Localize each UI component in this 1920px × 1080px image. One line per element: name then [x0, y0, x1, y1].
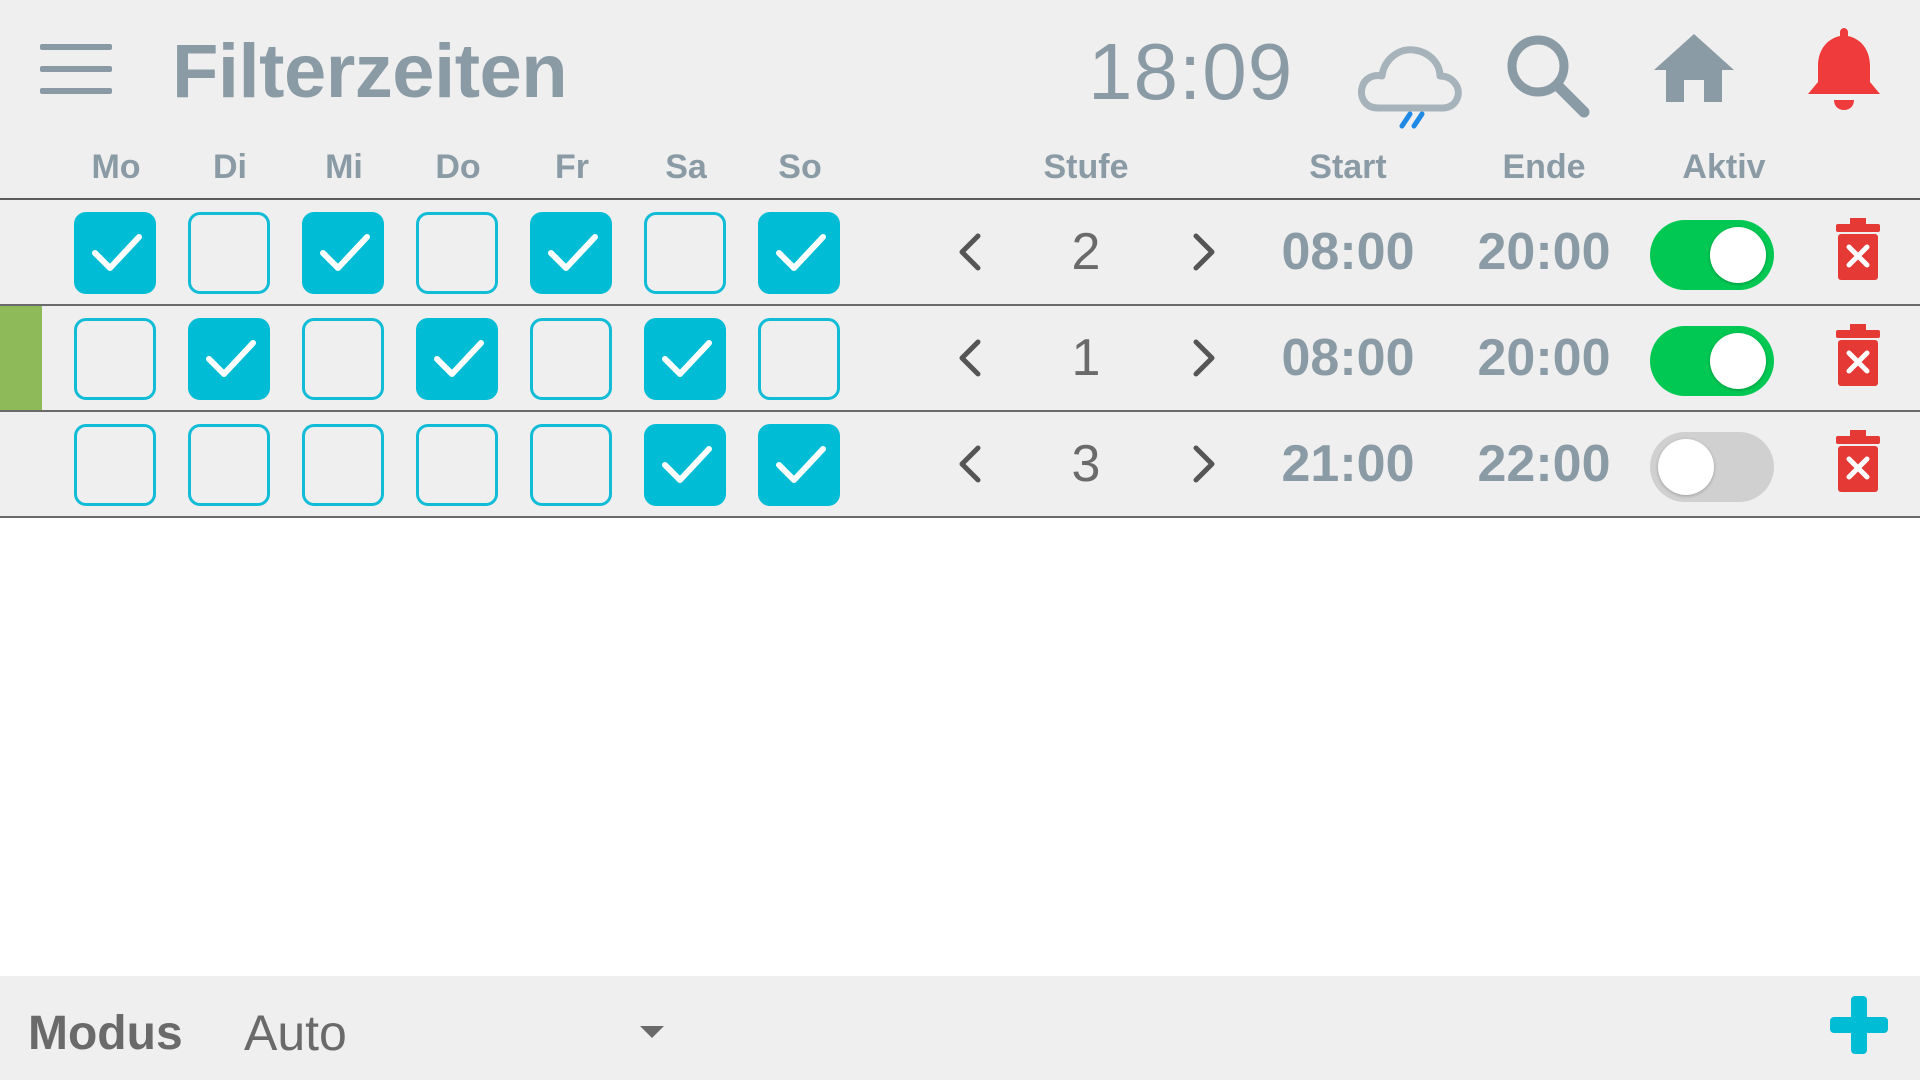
menu-icon[interactable] [40, 44, 112, 100]
delete-icon[interactable] [1834, 324, 1882, 388]
checkbox-di[interactable] [188, 318, 270, 400]
checkbox-so[interactable] [758, 424, 840, 506]
caret-down-icon [640, 1026, 664, 1038]
checkbox-fr[interactable] [530, 318, 612, 400]
col-header-mi: Mi [325, 148, 363, 186]
col-header-so: So [778, 148, 822, 186]
checkbox-mi[interactable] [302, 424, 384, 506]
top-bar: Filterzeiten 18:09 Mo Di Mi Do Fr Sa So … [0, 0, 1920, 200]
checkbox-sa[interactable] [644, 424, 726, 506]
checkbox-mi[interactable] [302, 212, 384, 294]
end-time[interactable]: 22:00 [1478, 434, 1611, 494]
stufe-value: 1 [1071, 329, 1101, 387]
bell-icon[interactable] [1806, 24, 1882, 112]
toggle-knob [1710, 333, 1766, 389]
checkbox-di[interactable] [188, 212, 270, 294]
checkbox-di[interactable] [188, 424, 270, 506]
checkbox-mi[interactable] [302, 318, 384, 400]
checkbox-do[interactable] [416, 212, 498, 294]
col-header-aktiv: Aktiv [1682, 148, 1766, 186]
col-header-stufe: Stufe [1043, 148, 1129, 186]
chevron-right-icon[interactable] [1184, 230, 1224, 274]
start-time[interactable]: 21:00 [1282, 434, 1415, 494]
checkbox-so[interactable] [758, 212, 840, 294]
delete-icon[interactable] [1834, 430, 1882, 494]
search-icon[interactable] [1502, 30, 1592, 120]
table-row[interactable]: 3 21:00 22:00 [0, 412, 1920, 518]
chevron-left-icon[interactable] [950, 442, 990, 486]
table-row[interactable]: 1 08:00 20:00 [0, 306, 1920, 412]
end-time[interactable]: 20:00 [1478, 328, 1611, 388]
page-title: Filterzeiten [172, 29, 568, 114]
rain-cloud-icon [1358, 46, 1462, 129]
start-time[interactable]: 08:00 [1282, 222, 1415, 282]
stufe-value: 3 [1071, 435, 1101, 493]
toggle-knob [1658, 439, 1714, 495]
col-header-sa: Sa [665, 148, 707, 186]
toggle-knob [1710, 227, 1766, 283]
chevron-left-icon[interactable] [950, 336, 990, 380]
col-header-start: Start [1309, 148, 1387, 186]
modus-label: Modus [28, 1007, 183, 1060]
modus-value: Auto [244, 1005, 347, 1061]
checkbox-mo[interactable] [74, 318, 156, 400]
chevron-right-icon[interactable] [1184, 442, 1224, 486]
chevron-right-icon[interactable] [1184, 336, 1224, 380]
checkbox-fr[interactable] [530, 212, 612, 294]
col-header-ende: Ende [1502, 148, 1586, 186]
col-header-di: Di [213, 148, 247, 186]
delete-icon[interactable] [1834, 218, 1882, 282]
checkbox-sa[interactable] [644, 212, 726, 294]
checkbox-mo[interactable] [74, 424, 156, 506]
checkbox-sa[interactable] [644, 318, 726, 400]
stufe-value: 2 [1071, 223, 1101, 281]
aktiv-toggle[interactable] [1650, 220, 1774, 290]
start-time[interactable]: 08:00 [1282, 328, 1415, 388]
aktiv-toggle[interactable] [1650, 432, 1774, 502]
modus-select[interactable]: Auto [240, 998, 670, 1062]
col-header-do: Do [435, 148, 481, 186]
end-time[interactable]: 20:00 [1478, 222, 1611, 282]
col-header-fr: Fr [555, 148, 589, 186]
add-icon[interactable] [1828, 994, 1890, 1056]
app: Filterzeiten 18:09 Mo Di Mi Do Fr Sa So … [0, 0, 1920, 1080]
footer-bar: Modus Auto [0, 976, 1920, 1080]
col-header-mo: Mo [91, 148, 141, 186]
clock: 18:09 [1088, 27, 1294, 116]
aktiv-toggle[interactable] [1650, 326, 1774, 396]
table-row[interactable]: 2 08:00 20:00 [0, 200, 1920, 306]
checkbox-do[interactable] [416, 424, 498, 506]
checkbox-so[interactable] [758, 318, 840, 400]
checkbox-do[interactable] [416, 318, 498, 400]
selected-row-indicator [0, 306, 42, 410]
checkbox-mo[interactable] [74, 212, 156, 294]
checkbox-fr[interactable] [530, 424, 612, 506]
chevron-left-icon[interactable] [950, 230, 990, 274]
home-icon[interactable] [1652, 30, 1736, 106]
